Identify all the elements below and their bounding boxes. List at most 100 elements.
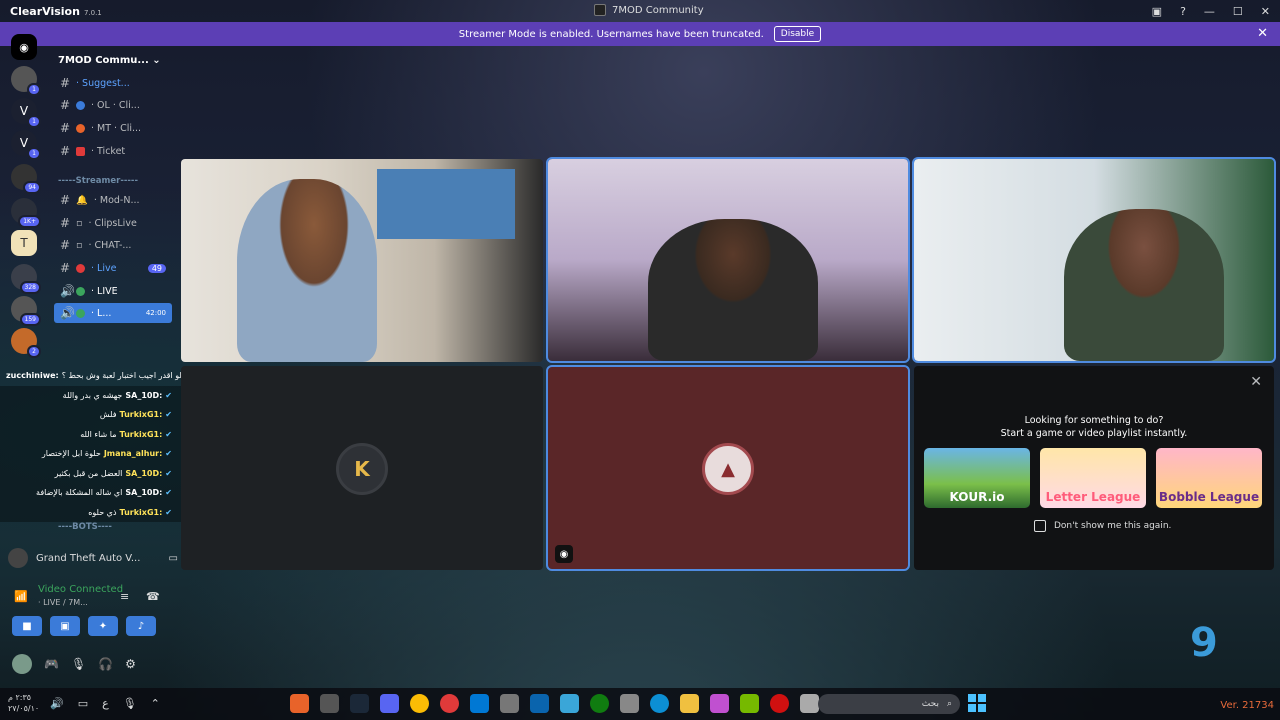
hash-icon: # bbox=[60, 216, 71, 230]
server-icon[interactable]: 2 bbox=[11, 328, 41, 358]
voice-channel-live[interactable]: 🔊 · LIVE bbox=[54, 281, 172, 301]
volume-icon[interactable]: 🔊 bbox=[50, 697, 64, 710]
window-title: 7MOD Community bbox=[594, 4, 704, 16]
category-bots[interactable]: ----BOTS---- bbox=[58, 522, 168, 532]
outlook-icon[interactable] bbox=[530, 694, 549, 713]
server-icon[interactable]: V1 bbox=[11, 130, 41, 160]
version-label: Ver. 21734 bbox=[1220, 700, 1274, 711]
discord-home-icon[interactable]: ◉ bbox=[11, 34, 37, 60]
server-icon[interactable]: V1 bbox=[11, 98, 41, 128]
close-icon[interactable]: ✕ bbox=[1257, 26, 1268, 41]
voice-status-panel: 📶 Video Connected · LIVE / 7M... ≡ ☎ bbox=[8, 582, 178, 612]
channel-item[interactable]: # · Ticket bbox=[54, 141, 172, 161]
gamepad-icon[interactable]: 🎮 bbox=[44, 657, 59, 671]
activity-suggestions: ✕ Looking for something to do? Start a g… bbox=[914, 366, 1274, 570]
server-icon[interactable]: 1K+ bbox=[11, 198, 41, 228]
photos-icon[interactable] bbox=[470, 694, 489, 713]
voice-connected-label[interactable]: Video Connected bbox=[38, 584, 123, 595]
channel-item[interactable]: # · Suggest... bbox=[54, 73, 172, 93]
microphone-icon[interactable]: 🎙 bbox=[123, 697, 137, 710]
windows-start-icon[interactable] bbox=[968, 694, 986, 712]
tv-screen bbox=[377, 169, 515, 239]
steam-icon[interactable] bbox=[350, 694, 369, 713]
maximize-button[interactable]: ☐ bbox=[1233, 5, 1243, 18]
avatar: K bbox=[336, 443, 388, 495]
channel-item[interactable]: # · MT · Cli... bbox=[54, 118, 172, 138]
screen-share-button[interactable]: ▣ bbox=[50, 616, 80, 636]
badge-icon: ✔ bbox=[165, 507, 172, 517]
taskbar: ٢:٣٥ م ٢٧/٠٥/١٠ 🔊 ▭ ع 🎙 ⌃ بحث ⌕ Ver. 2173… bbox=[0, 688, 1280, 720]
user-panel: 🎮 🎙 🎧 ⚙ bbox=[12, 654, 162, 674]
video-tile[interactable] bbox=[181, 159, 543, 362]
microphone-icon[interactable]: 🎙 bbox=[71, 657, 86, 671]
hash-icon: # bbox=[60, 121, 71, 135]
language-icon[interactable]: ع bbox=[102, 697, 109, 710]
app-icon[interactable] bbox=[320, 694, 339, 713]
chrome-icon[interactable] bbox=[410, 694, 429, 713]
app-icon[interactable] bbox=[560, 694, 579, 713]
xbox-icon[interactable] bbox=[590, 694, 609, 713]
channel-item-live[interactable]: # · Live 49 bbox=[54, 258, 172, 278]
webcam-person bbox=[237, 179, 377, 362]
soundboard-button[interactable]: ♪ bbox=[126, 616, 156, 636]
folder-icon[interactable] bbox=[680, 694, 699, 713]
server-icon[interactable]: 159 bbox=[11, 296, 41, 326]
close-icon[interactable]: ✕ bbox=[1250, 374, 1262, 390]
opera-icon[interactable] bbox=[770, 694, 789, 713]
avatar[interactable] bbox=[12, 654, 32, 674]
help-icon[interactable]: ? bbox=[1180, 5, 1186, 18]
settings-icon[interactable] bbox=[500, 694, 519, 713]
video-tile-speaking[interactable] bbox=[546, 157, 910, 363]
server-icon[interactable]: 328 bbox=[11, 264, 41, 294]
signal-icon: 📶 bbox=[14, 590, 28, 603]
browser-icon[interactable] bbox=[440, 694, 459, 713]
camera-button[interactable]: ■ bbox=[12, 616, 42, 636]
channel-item[interactable]: # ▫ · CHAT-... bbox=[54, 235, 172, 255]
dont-show-checkbox[interactable]: Don't show me this again. bbox=[1034, 520, 1171, 532]
avatar: ▲ bbox=[702, 443, 754, 495]
voice-controls: ■ ▣ ✦ ♪ bbox=[12, 616, 162, 636]
clock[interactable]: ٢:٣٥ م ٢٧/٠٥/١٠ bbox=[8, 692, 39, 714]
disable-streamer-button[interactable]: Disable bbox=[773, 26, 822, 42]
network-icon[interactable]: ▭ bbox=[78, 697, 88, 710]
server-name[interactable]: 7MOD Commu... ⌄ bbox=[58, 55, 161, 66]
inbox-icon[interactable]: ▣ bbox=[1152, 5, 1162, 18]
selected-server-icon[interactable]: T bbox=[11, 230, 37, 256]
search-box[interactable]: بحث ⌕ bbox=[818, 694, 960, 714]
banner-text: Streamer Mode is enabled. Usernames have… bbox=[458, 28, 764, 40]
game-activity[interactable]: Grand Theft Auto V... ▭ bbox=[8, 546, 178, 570]
channel-item[interactable]: # 🔔 · Mod-N... bbox=[54, 190, 172, 210]
chevron-up-icon[interactable]: ⌃ bbox=[151, 697, 160, 710]
voice-channel-label[interactable]: · LIVE / 7M... bbox=[38, 598, 88, 607]
server-logo-icon bbox=[594, 4, 606, 16]
discord-icon[interactable] bbox=[380, 694, 399, 713]
channel-item[interactable]: # · OL · Cli... bbox=[54, 95, 172, 115]
checkbox-icon bbox=[1034, 520, 1046, 532]
search-icon: ⌕ bbox=[946, 699, 952, 709]
nvidia-icon[interactable] bbox=[740, 694, 759, 713]
app-icon[interactable] bbox=[290, 694, 309, 713]
server-icon[interactable]: 1 bbox=[11, 66, 41, 96]
webcam-person bbox=[1064, 209, 1224, 361]
close-window-button[interactable]: ✕ bbox=[1261, 5, 1270, 18]
store-icon[interactable] bbox=[620, 694, 639, 713]
voice-channel-active[interactable]: 🔊 · L... 42:00 bbox=[54, 303, 172, 323]
settings-icon[interactable]: ⚙ bbox=[125, 657, 136, 671]
edge-icon[interactable] bbox=[650, 694, 669, 713]
chat-icon: ▫ bbox=[76, 239, 83, 251]
hash-icon: # bbox=[60, 193, 71, 207]
system-tray: 🔊 ▭ ع 🎙 ⌃ bbox=[50, 697, 160, 710]
category-streamer[interactable]: -----Streamer----- bbox=[58, 176, 168, 186]
activity-card[interactable]: Letter League bbox=[1040, 448, 1146, 508]
activity-card[interactable]: Bobble League bbox=[1156, 448, 1262, 508]
activity-card[interactable]: KOUR.io bbox=[924, 448, 1030, 508]
overlay-logo: 9 bbox=[1190, 620, 1218, 666]
server-icon[interactable]: 94 bbox=[11, 164, 41, 194]
copilot-icon[interactable] bbox=[710, 694, 729, 713]
channel-item[interactable]: # ▫ · ClipsLive bbox=[54, 213, 172, 233]
minimize-button[interactable]: — bbox=[1204, 5, 1215, 18]
video-tile-speaking[interactable] bbox=[912, 157, 1276, 363]
activity-button[interactable]: ✦ bbox=[88, 616, 118, 636]
headphones-icon[interactable]: 🎧 bbox=[98, 657, 113, 671]
app-icon[interactable] bbox=[800, 694, 819, 713]
